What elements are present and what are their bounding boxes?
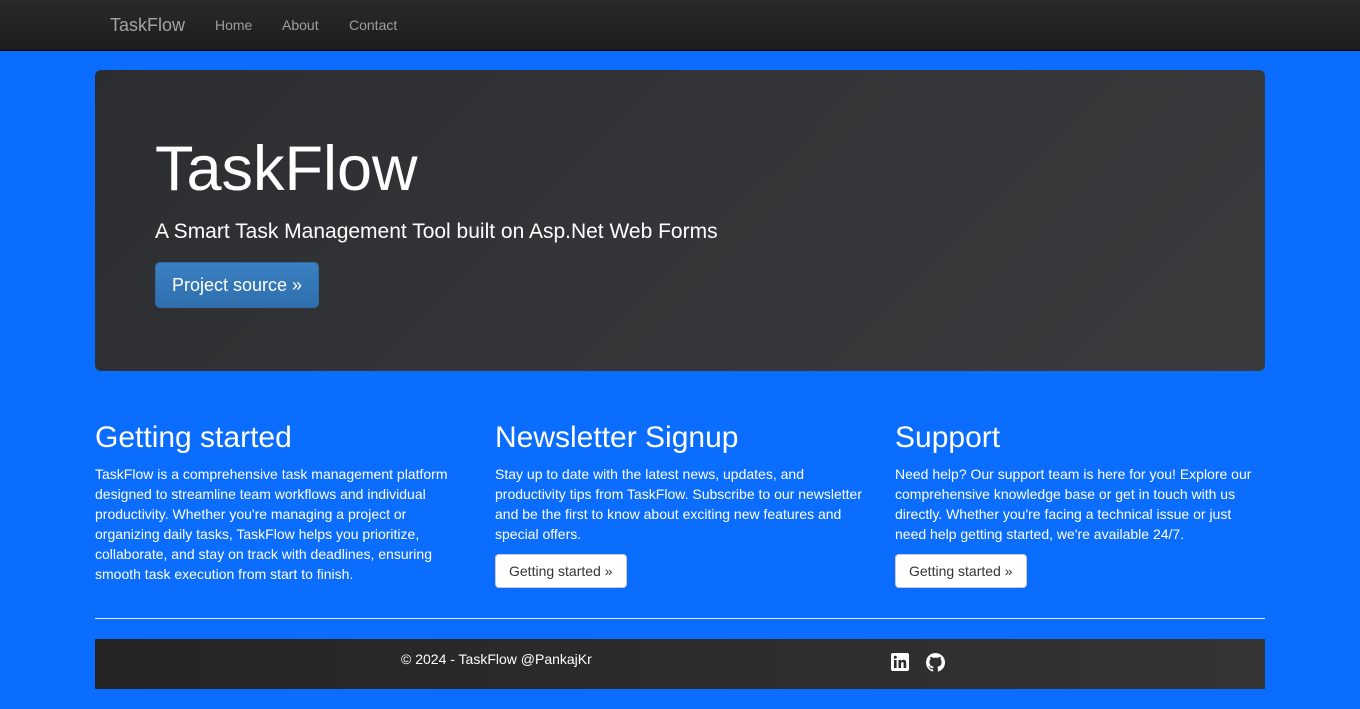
top-navbar: TaskFlow Home About Contact — [0, 0, 1360, 51]
copyright-text: © 2024 - TaskFlow @PankajKr — [401, 651, 592, 667]
getting-started-text: TaskFlow is a comprehensive task managem… — [95, 466, 448, 582]
newsletter-text: Stay up to date with the latest news, up… — [495, 466, 863, 542]
brand-link[interactable]: TaskFlow — [110, 15, 185, 36]
nav-link-contact[interactable]: Contact — [349, 17, 397, 33]
newsletter-heading: Newsletter Signup — [495, 421, 739, 454]
hero-lead: A Smart Task Management Tool built on As… — [155, 220, 718, 243]
support-heading: Support — [895, 421, 1001, 454]
linkedin-icon[interactable] — [891, 653, 911, 673]
project-source-button[interactable]: Project source » — [155, 262, 319, 308]
footer-divider — [95, 618, 1265, 619]
getting-started-column: Getting started TaskFlow is a comprehens… — [95, 420, 465, 584]
newsletter-column: Newsletter Signup Stay up to date with t… — [495, 420, 865, 588]
nav-link-about[interactable]: About — [282, 17, 319, 33]
hero-title: TaskFlow — [155, 134, 418, 204]
nav-link-home[interactable]: Home — [215, 17, 252, 33]
newsletter-getting-started-button[interactable]: Getting started » — [495, 554, 627, 588]
github-icon[interactable] — [926, 653, 946, 673]
page-footer: © 2024 - TaskFlow @PankajKr — [95, 639, 1265, 689]
support-text: Need help? Our support team is here for … — [895, 466, 1252, 542]
getting-started-heading: Getting started — [95, 421, 292, 454]
support-column: Support Need help? Our support team is h… — [895, 420, 1265, 588]
support-getting-started-button[interactable]: Getting started » — [895, 554, 1027, 588]
hero-jumbotron: TaskFlow A Smart Task Management Tool bu… — [95, 70, 1265, 371]
